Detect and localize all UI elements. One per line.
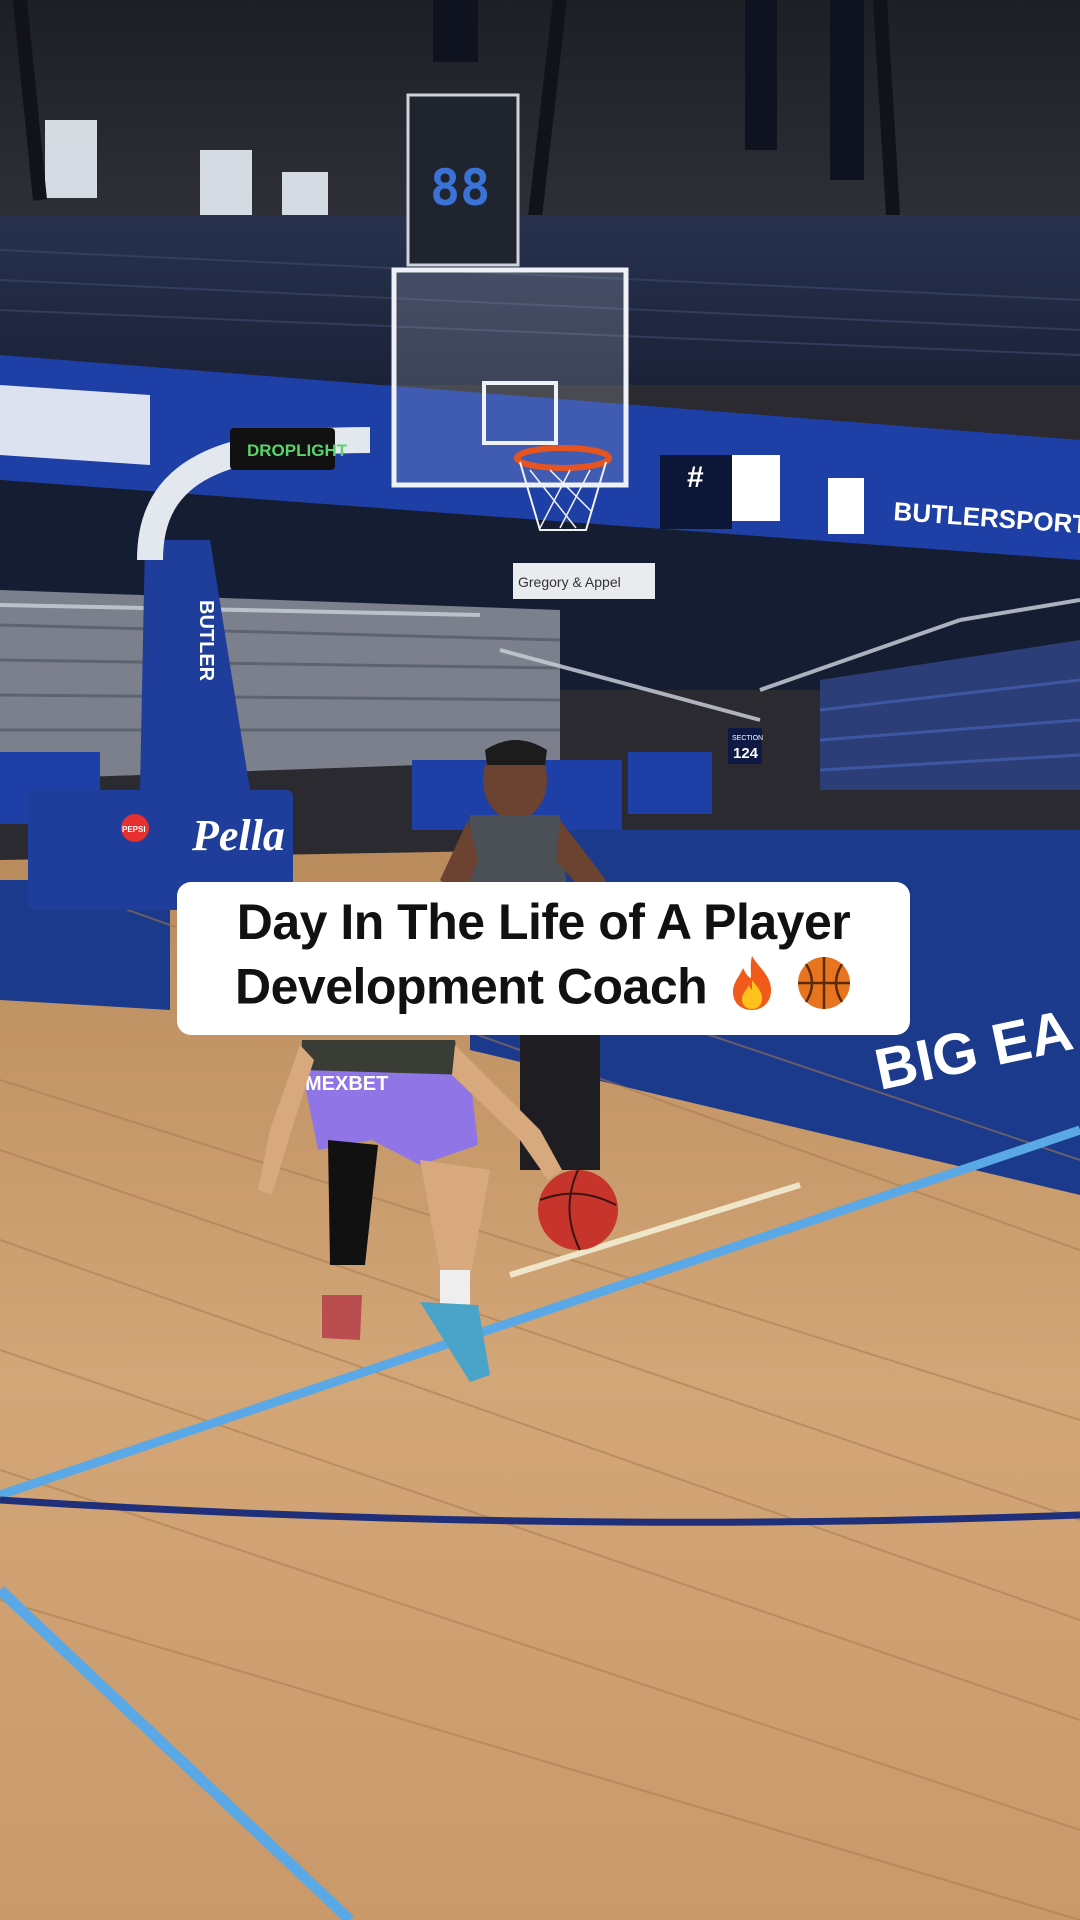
shot-clock-digits: 88 [430,159,490,217]
caption-line-1: Day In The Life of A Player [236,894,851,950]
fire-icon [727,954,777,1027]
section-number: 124 [733,745,759,762]
caption-line-2: Development Coach [235,954,852,1027]
basketball-icon [796,955,852,1026]
caption-line-2-text: Development Coach [235,958,708,1015]
caption-card: Day In The Life of A Player Development … [177,882,910,1035]
hoop-display-text: DROPLIGHT [247,441,348,460]
scoreboard-hash: # [687,461,704,494]
pella-logo-text: Pella [191,811,285,860]
section-label: SECTION [732,735,763,742]
pepsi-logo-text: PEPSI [122,825,146,834]
shorts-text: MEXBET [305,1073,388,1095]
stanchion-text: BUTLER [195,600,217,682]
banner-sign-text: Gregory & Appel [518,574,621,590]
